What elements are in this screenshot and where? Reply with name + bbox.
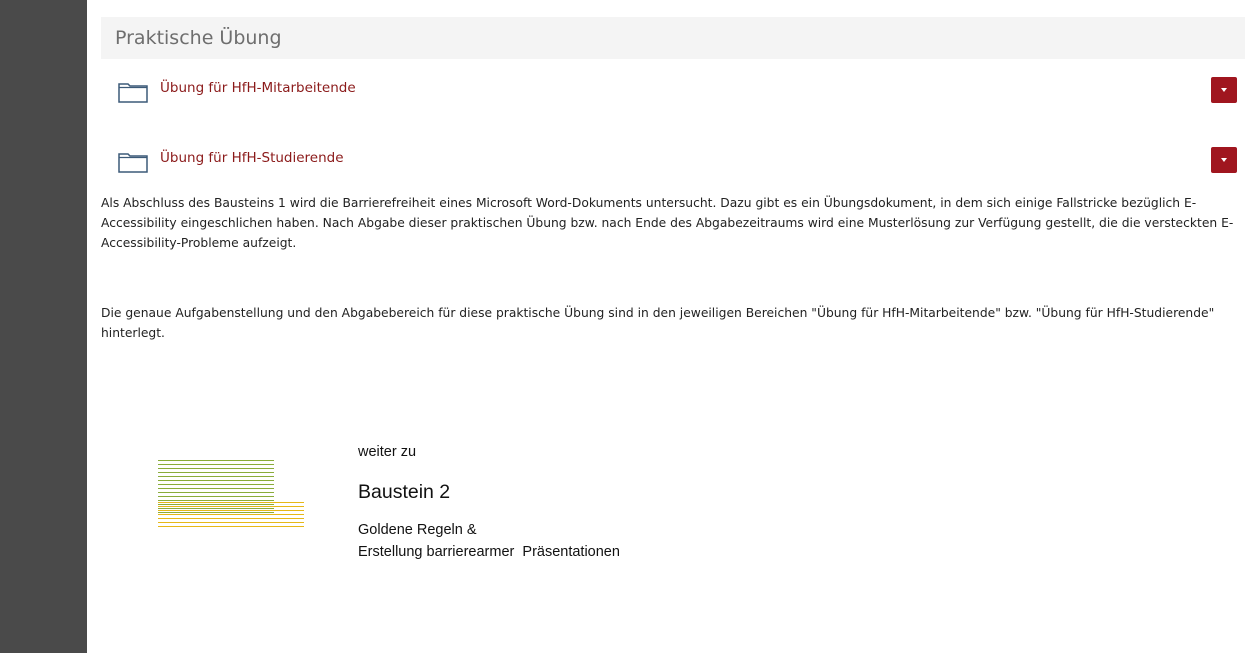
- folder-link-mitarbeitende[interactable]: Übung für HfH-Mitarbeitende: [160, 80, 356, 96]
- folder-item-studierende[interactable]: Übung für HfH-Studierende: [101, 129, 1245, 199]
- next-module-title: Baustein 2: [358, 481, 451, 503]
- folder-actions-button[interactable]: [1211, 147, 1237, 173]
- next-module-link[interactable]: weiter zu Baustein 2 Goldene Regeln & Er…: [156, 444, 756, 584]
- caret-down-icon: [1221, 158, 1227, 162]
- next-module-prefix: weiter zu: [358, 444, 417, 460]
- folder-icon: [118, 83, 148, 103]
- next-module-subtitle-2: Erstellung barrierearmer Präsentationen: [358, 544, 620, 560]
- section-title: Praktische Übung: [115, 27, 282, 49]
- folder-link-studierende[interactable]: Übung für HfH-Studierende: [160, 150, 344, 166]
- folder-icon: [118, 153, 148, 173]
- section-header: Praktische Übung: [101, 17, 1245, 59]
- next-module-subtitle-1: Goldene Regeln &: [358, 522, 477, 538]
- folder-item-mitarbeitende[interactable]: Übung für HfH-Mitarbeitende: [101, 59, 1245, 129]
- main-content: Praktische Übung Übung für HfH-Mitarbeit…: [101, 17, 1245, 560]
- folder-actions-button[interactable]: [1211, 77, 1237, 103]
- description-paragraph-2: Die genaue Aufgabenstellung und den Abga…: [101, 306, 1215, 340]
- left-sidebar-rail: [0, 0, 87, 653]
- description-paragraph-1: Als Abschluss des Bausteins 1 wird die B…: [101, 196, 1234, 250]
- striped-lines-graphic: [158, 460, 304, 527]
- caret-down-icon: [1221, 88, 1227, 92]
